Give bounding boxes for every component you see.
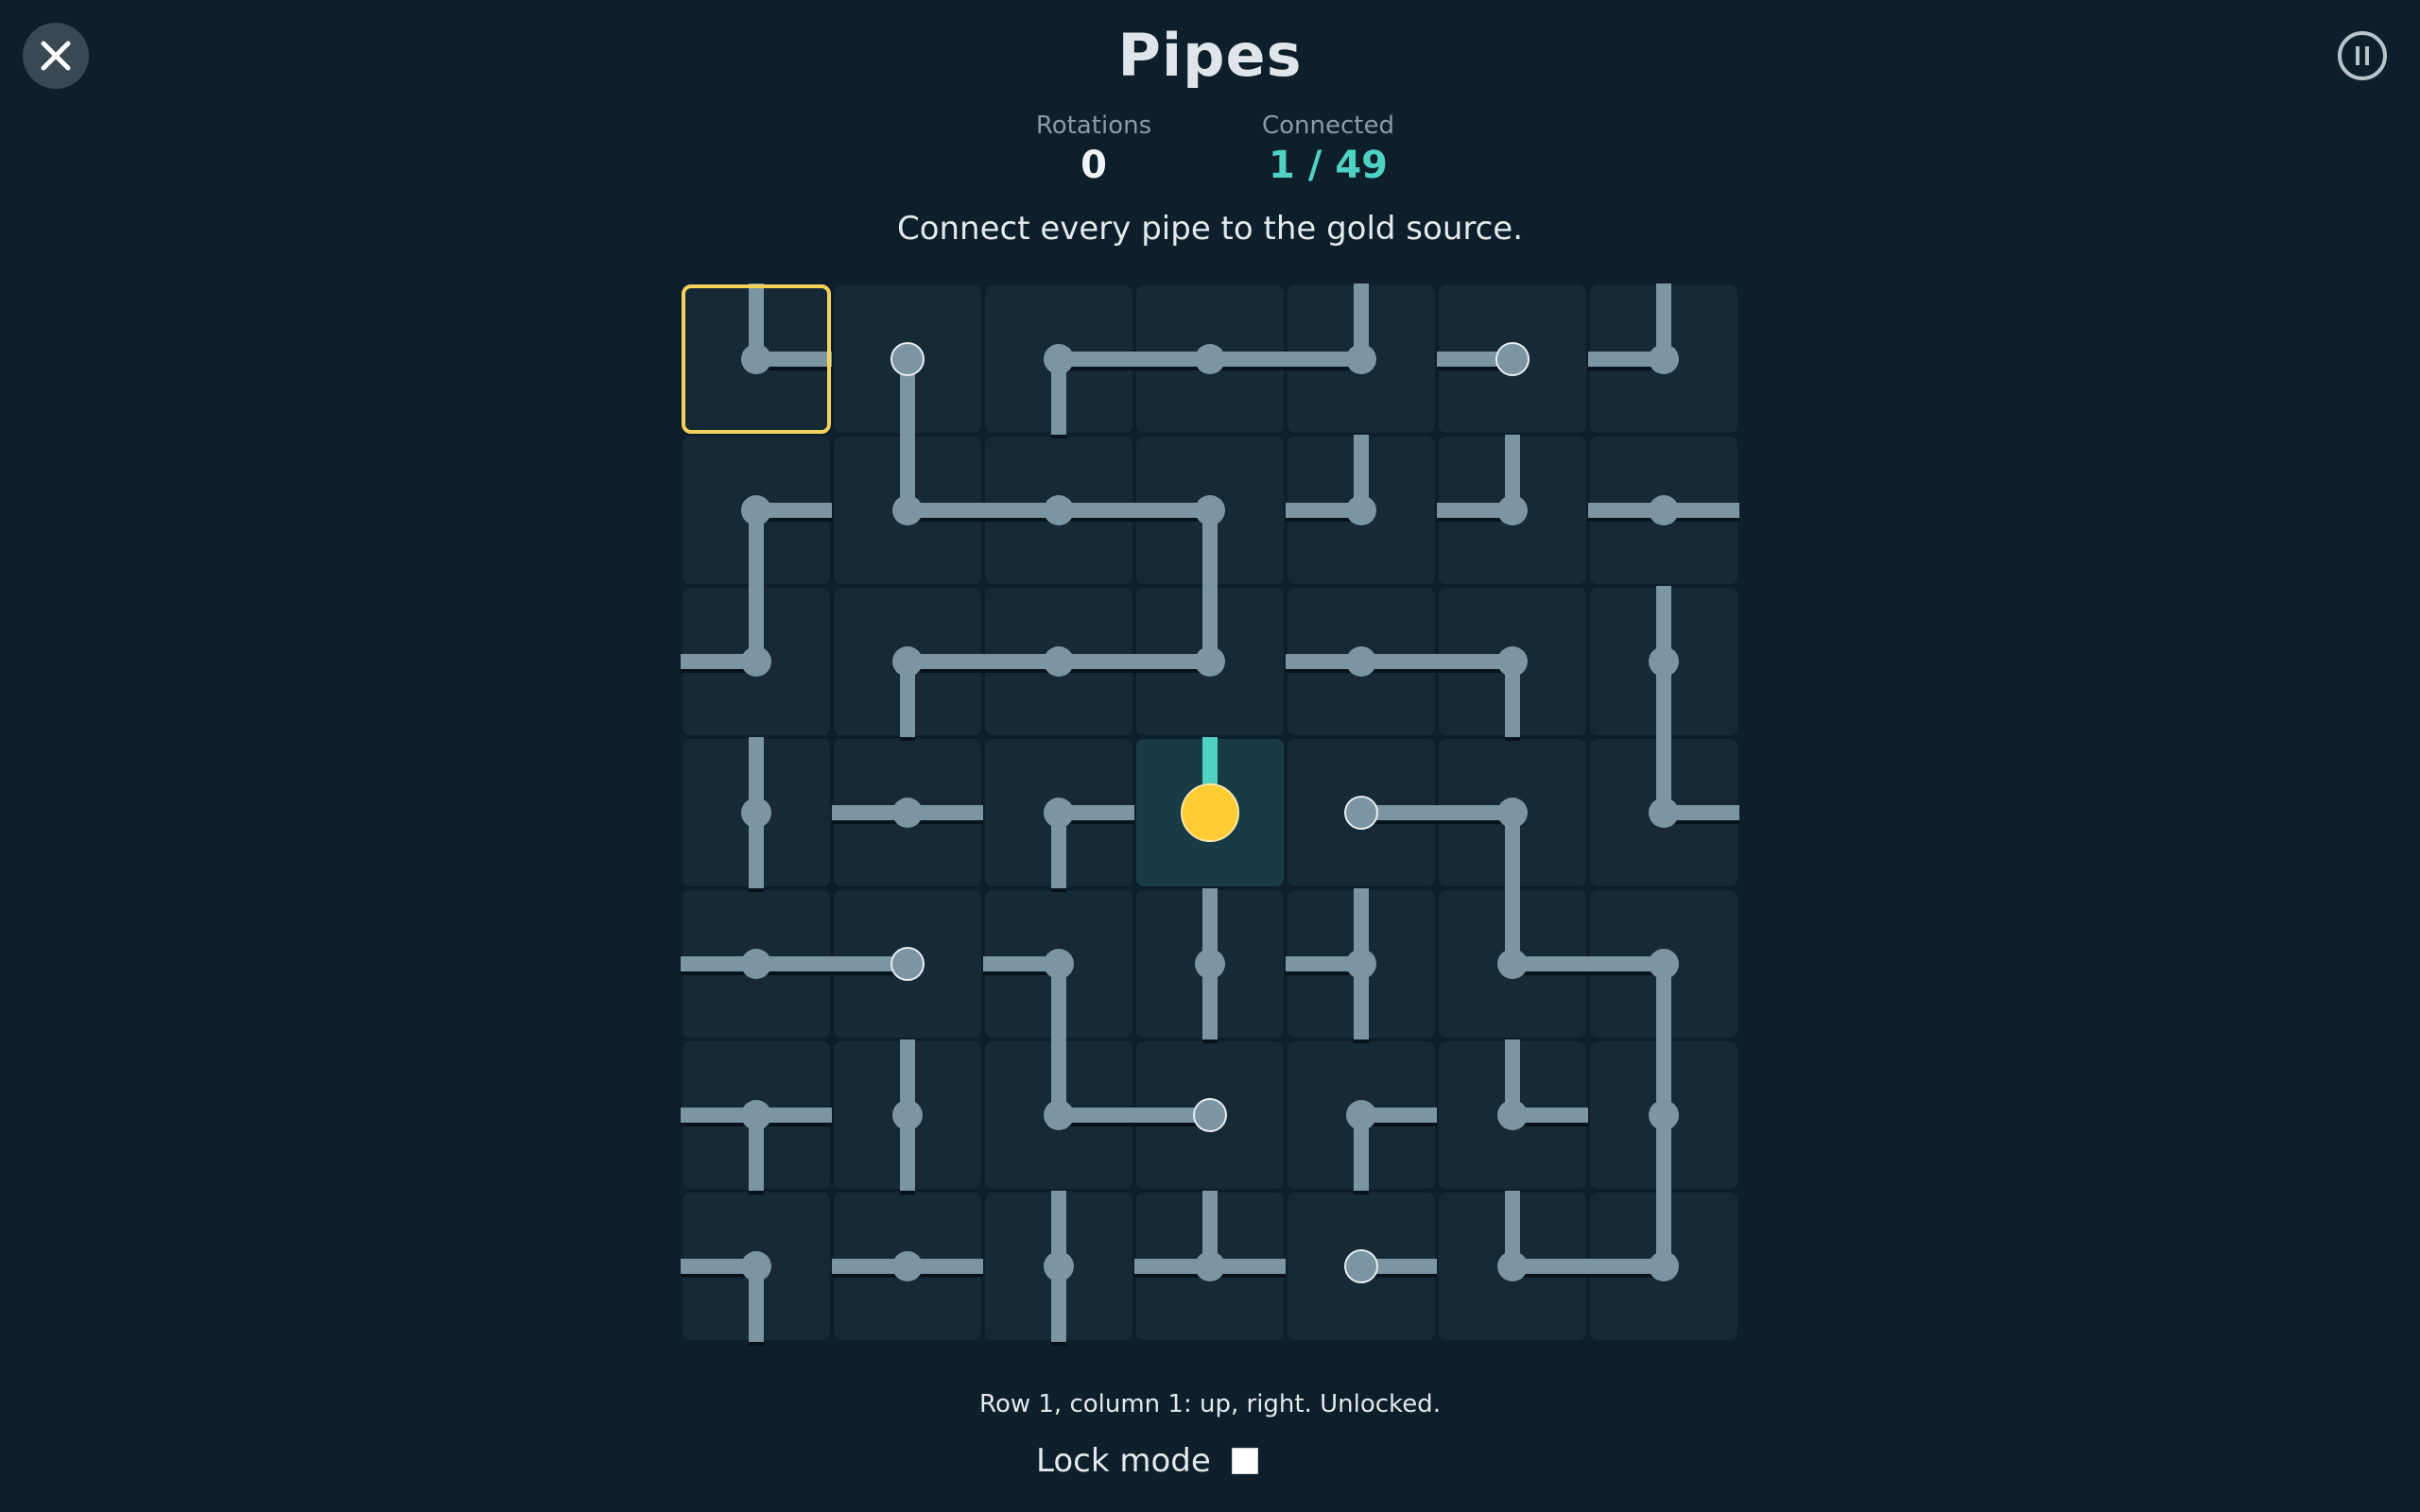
- pipe-joint: [1346, 1100, 1376, 1130]
- pipe-joint: [1044, 949, 1074, 979]
- pipe-joint: [741, 949, 771, 979]
- pipe-joint: [1044, 646, 1074, 677]
- pipe-joint: [1649, 646, 1679, 677]
- pipe-joint: [741, 798, 771, 828]
- pipe-joint: [892, 1251, 923, 1281]
- pipe-joint: [1649, 798, 1679, 828]
- pipe-joint: [1195, 344, 1225, 374]
- pipe-joint: [1044, 495, 1074, 525]
- lock-mode-control[interactable]: Lock mode: [1036, 1442, 1258, 1480]
- pipe-joint: [1346, 949, 1376, 979]
- pipe-joint: [1044, 1251, 1074, 1281]
- pipe-joint: [741, 344, 771, 374]
- endpoint-node: [890, 342, 925, 376]
- pipe-board: [681, 284, 1739, 1346]
- pipe-joint: [1346, 646, 1376, 677]
- pipe-joint: [892, 646, 923, 677]
- endpoint-node: [1193, 1098, 1227, 1132]
- pipe-joint: [1195, 646, 1225, 677]
- endpoint-node: [1495, 342, 1530, 376]
- lock-mode-checkbox[interactable]: [1231, 1448, 1258, 1474]
- lock-mode-label: Lock mode: [1036, 1442, 1211, 1480]
- pipe-joint: [892, 798, 923, 828]
- pipe-joint: [1497, 495, 1528, 525]
- pipe-joint: [1497, 798, 1528, 828]
- pipe-joint: [1497, 1100, 1528, 1130]
- pipe-joint: [1649, 949, 1679, 979]
- pipe-joint: [1497, 646, 1528, 677]
- pipe-joint: [741, 646, 771, 677]
- pipe-joint: [1044, 798, 1074, 828]
- pipe-joint: [1649, 1251, 1679, 1281]
- pipe-joint: [1497, 949, 1528, 979]
- pipe-joint: [892, 495, 923, 525]
- pipe-joint: [1649, 344, 1679, 374]
- endpoint-node: [1344, 1249, 1378, 1283]
- pipe-joint: [1195, 495, 1225, 525]
- pipe-joint: [1346, 344, 1376, 374]
- pipe-joint: [1195, 949, 1225, 979]
- pipe-joint: [741, 1100, 771, 1130]
- pipe-joint: [741, 1251, 771, 1281]
- pipe-joint: [1044, 1100, 1074, 1130]
- pipe-joint: [1649, 1100, 1679, 1130]
- endpoint-node: [890, 947, 925, 981]
- pipe-joint: [1649, 495, 1679, 525]
- pipe-joint: [1044, 344, 1074, 374]
- selection-status: Row 1, column 1: up, right. Unlocked.: [979, 1390, 1441, 1418]
- pipe-joint: [1195, 1251, 1225, 1281]
- pipe-joint: [1497, 1251, 1528, 1281]
- pipe-joint: [741, 495, 771, 525]
- pipe-joint: [892, 1100, 923, 1130]
- pipe-joint: [1346, 495, 1376, 525]
- endpoint-node: [1344, 796, 1378, 830]
- gold-source-icon: [1181, 783, 1239, 842]
